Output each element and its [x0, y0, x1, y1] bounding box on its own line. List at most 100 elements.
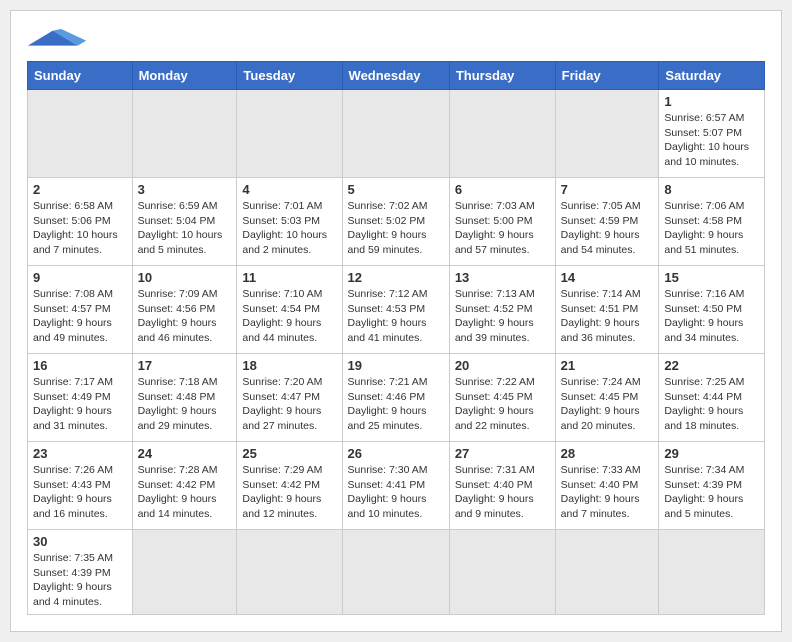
day-cell: 24Sunrise: 7:28 AM Sunset: 4:42 PM Dayli… [132, 442, 237, 530]
day-number: 30 [33, 534, 127, 549]
header [27, 27, 765, 49]
day-cell [28, 90, 133, 178]
day-info: Sunrise: 7:18 AM Sunset: 4:48 PM Dayligh… [138, 375, 232, 434]
day-number: 1 [664, 94, 759, 109]
day-cell: 27 Sunrise: 7:31 AM Sunset: 4:40 PM Dayli… [449, 442, 555, 530]
day-cell [132, 90, 237, 178]
day-info: Sunrise: 7:22 AM Sunset: 4:45 PM Dayligh… [455, 375, 550, 434]
day-info: Sunrise: 6:59 AM Sunset: 5:04 PM Dayligh… [138, 199, 232, 258]
weekday-sunday: Sunday [28, 62, 133, 90]
week-row-5: 30 Sunrise: 7:35 AM Sunset: 4:39 PM Dayli… [28, 530, 765, 615]
day-info: Sunrise: 7:10 AM Sunset: 4:54 PM Dayligh… [242, 287, 336, 346]
day-number: 12 [348, 270, 444, 285]
day-info: Sunrise: 7:24 AM Sunset: 4:45 PM Dayligh… [561, 375, 654, 434]
day-info: Sunrise: 7:03 AM Sunset: 5:00 PM Dayligh… [455, 199, 550, 258]
day-cell: 7Sunrise: 7:05 AM Sunset: 4:59 PM Daylig… [555, 178, 659, 266]
weekday-wednesday: Wednesday [342, 62, 449, 90]
calendar-table: SundayMondayTuesdayWednesdayThursdayFrid… [27, 61, 765, 615]
day-number: 26 [348, 446, 444, 461]
day-cell: 2 Sunrise: 6:58 AM Sunset: 5:06 PM Daylig… [28, 178, 133, 266]
day-cell: 29Sunrise: 7:34 AM Sunset: 4:39 PM Dayli… [659, 442, 765, 530]
day-info: Sunrise: 7:21 AM Sunset: 4:46 PM Dayligh… [348, 375, 444, 434]
day-cell [555, 90, 659, 178]
day-cell: 18Sunrise: 7:20 AM Sunset: 4:47 PM Dayli… [237, 354, 342, 442]
logo-icon [27, 29, 87, 49]
day-cell: 3Sunrise: 6:59 AM Sunset: 5:04 PM Daylig… [132, 178, 237, 266]
day-number: 14 [561, 270, 654, 285]
day-cell [555, 530, 659, 615]
weekday-thursday: Thursday [449, 62, 555, 90]
day-cell [449, 530, 555, 615]
week-row-3: 16 Sunrise: 7:17 AM Sunset: 4:49 PM Dayli… [28, 354, 765, 442]
week-row-4: 23 Sunrise: 7:26 AM Sunset: 4:43 PM Dayli… [28, 442, 765, 530]
weekday-friday: Friday [555, 62, 659, 90]
day-number: 29 [664, 446, 759, 461]
day-info: Sunrise: 7:05 AM Sunset: 4:59 PM Dayligh… [561, 199, 654, 258]
day-cell: 13 Sunrise: 7:13 AM Sunset: 4:52 PM Dayli… [449, 266, 555, 354]
day-info: Sunrise: 7:28 AM Sunset: 4:42 PM Dayligh… [138, 463, 232, 522]
day-number: 23 [33, 446, 127, 461]
day-cell: 8 Sunrise: 7:06 AM Sunset: 4:58 PM Daylig… [659, 178, 765, 266]
day-cell: 11Sunrise: 7:10 AM Sunset: 4:54 PM Dayli… [237, 266, 342, 354]
week-row-1: 2 Sunrise: 6:58 AM Sunset: 5:06 PM Daylig… [28, 178, 765, 266]
day-cell: 25 Sunrise: 7:29 AM Sunset: 4:42 PM Dayli… [237, 442, 342, 530]
day-number: 13 [455, 270, 550, 285]
day-info: Sunrise: 6:58 AM Sunset: 5:06 PM Dayligh… [33, 199, 127, 258]
day-info: Sunrise: 7:02 AM Sunset: 5:02 PM Dayligh… [348, 199, 444, 258]
day-cell [132, 530, 237, 615]
weekday-tuesday: Tuesday [237, 62, 342, 90]
day-number: 25 [242, 446, 336, 461]
day-info: Sunrise: 7:29 AM Sunset: 4:42 PM Dayligh… [242, 463, 336, 522]
day-cell: 16 Sunrise: 7:17 AM Sunset: 4:49 PM Dayli… [28, 354, 133, 442]
day-info: Sunrise: 7:26 AM Sunset: 4:43 PM Dayligh… [33, 463, 127, 522]
day-cell: 14Sunrise: 7:14 AM Sunset: 4:51 PM Dayli… [555, 266, 659, 354]
day-number: 4 [242, 182, 336, 197]
day-info: Sunrise: 7:06 AM Sunset: 4:58 PM Dayligh… [664, 199, 759, 258]
day-number: 6 [455, 182, 550, 197]
day-cell: 19 Sunrise: 7:21 AM Sunset: 4:46 PM Dayli… [342, 354, 449, 442]
day-info: Sunrise: 7:35 AM Sunset: 4:39 PM Dayligh… [33, 551, 127, 610]
day-cell [237, 90, 342, 178]
logo [27, 27, 87, 49]
day-cell: 10Sunrise: 7:09 AM Sunset: 4:56 PM Dayli… [132, 266, 237, 354]
day-number: 8 [664, 182, 759, 197]
day-info: Sunrise: 7:12 AM Sunset: 4:53 PM Dayligh… [348, 287, 444, 346]
day-info: Sunrise: 7:31 AM Sunset: 4:40 PM Dayligh… [455, 463, 550, 522]
day-number: 19 [348, 358, 444, 373]
calendar-container: SundayMondayTuesdayWednesdayThursdayFrid… [10, 10, 782, 632]
day-number: 27 [455, 446, 550, 461]
day-number: 2 [33, 182, 127, 197]
day-cell: 12 Sunrise: 7:12 AM Sunset: 4:53 PM Dayli… [342, 266, 449, 354]
day-info: Sunrise: 7:30 AM Sunset: 4:41 PM Dayligh… [348, 463, 444, 522]
weekday-monday: Monday [132, 62, 237, 90]
week-row-2: 9 Sunrise: 7:08 AM Sunset: 4:57 PM Daylig… [28, 266, 765, 354]
day-cell: 4 Sunrise: 7:01 AM Sunset: 5:03 PM Daylig… [237, 178, 342, 266]
day-number: 22 [664, 358, 759, 373]
day-info: Sunrise: 7:25 AM Sunset: 4:44 PM Dayligh… [664, 375, 759, 434]
day-info: Sunrise: 7:01 AM Sunset: 5:03 PM Dayligh… [242, 199, 336, 258]
day-cell [342, 530, 449, 615]
day-number: 5 [348, 182, 444, 197]
day-number: 20 [455, 358, 550, 373]
day-info: Sunrise: 7:08 AM Sunset: 4:57 PM Dayligh… [33, 287, 127, 346]
day-cell [659, 530, 765, 615]
day-cell [449, 90, 555, 178]
day-cell: 23 Sunrise: 7:26 AM Sunset: 4:43 PM Dayli… [28, 442, 133, 530]
day-info: Sunrise: 7:17 AM Sunset: 4:49 PM Dayligh… [33, 375, 127, 434]
day-info: Sunrise: 7:13 AM Sunset: 4:52 PM Dayligh… [455, 287, 550, 346]
day-number: 28 [561, 446, 654, 461]
day-info: Sunrise: 7:09 AM Sunset: 4:56 PM Dayligh… [138, 287, 232, 346]
day-cell: 1 Sunrise: 6:57 AM Sunset: 5:07 PM Daylig… [659, 90, 765, 178]
day-number: 16 [33, 358, 127, 373]
day-info: Sunrise: 6:57 AM Sunset: 5:07 PM Dayligh… [664, 111, 759, 170]
day-cell [342, 90, 449, 178]
weekday-saturday: Saturday [659, 62, 765, 90]
day-cell: 30 Sunrise: 7:35 AM Sunset: 4:39 PM Dayli… [28, 530, 133, 615]
day-number: 18 [242, 358, 336, 373]
day-cell: 21Sunrise: 7:24 AM Sunset: 4:45 PM Dayli… [555, 354, 659, 442]
day-cell: 6 Sunrise: 7:03 AM Sunset: 5:00 PM Daylig… [449, 178, 555, 266]
day-cell: 17Sunrise: 7:18 AM Sunset: 4:48 PM Dayli… [132, 354, 237, 442]
day-number: 15 [664, 270, 759, 285]
day-number: 9 [33, 270, 127, 285]
day-cell: 5 Sunrise: 7:02 AM Sunset: 5:02 PM Daylig… [342, 178, 449, 266]
